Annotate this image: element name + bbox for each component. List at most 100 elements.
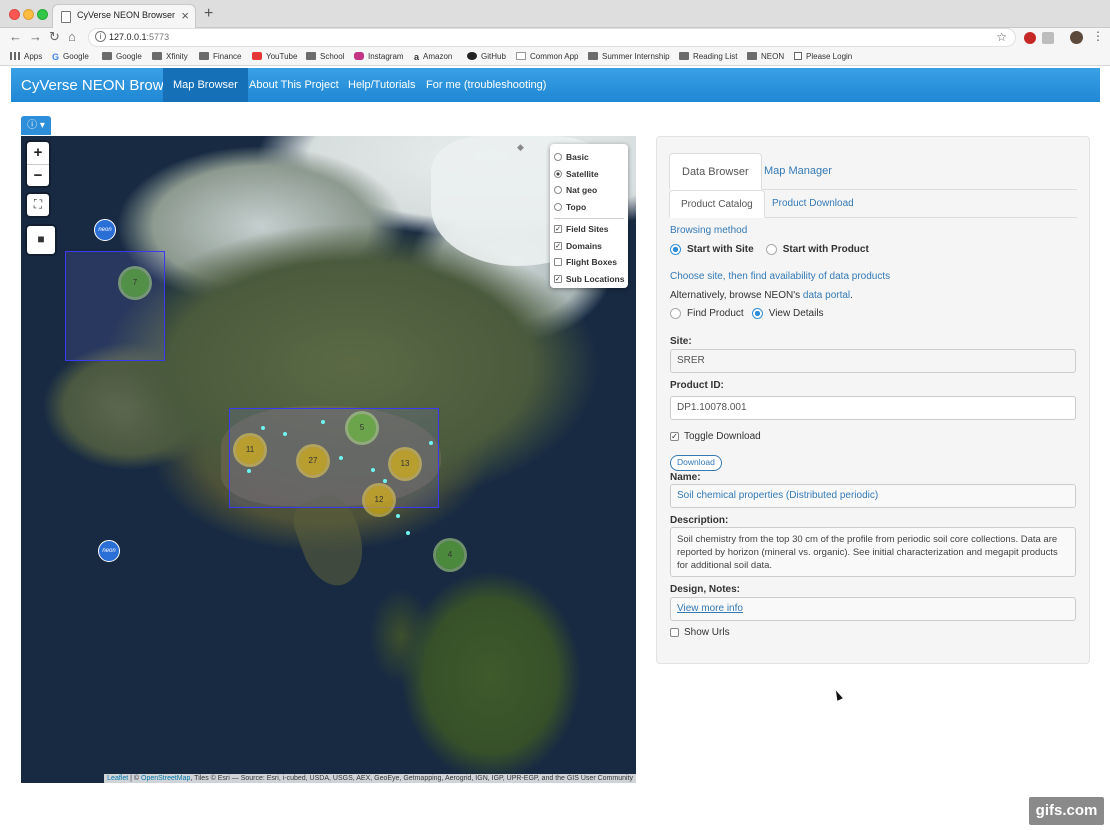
leaflet-link[interactable]: Leaflet [107,775,128,782]
browser-menu-icon[interactable]: ⋮ [1092,29,1104,43]
show-urls-row[interactable]: Show Urls [670,627,730,638]
field-site-dot[interactable] [261,426,265,430]
address-bar[interactable]: i 127.0.0.1:5773 ☆ [88,28,1016,47]
zoom-out-button[interactable]: − [27,164,49,186]
info-dropdown-button[interactable]: ⓘ ▾ [21,116,51,135]
toggle-download-row[interactable]: ✓ Toggle Download [670,431,761,442]
window-close-button[interactable] [9,9,20,20]
bookmark-common-app[interactable]: Common App [516,52,578,61]
site-cluster-marker[interactable]: 5 [348,414,376,442]
tab-close-icon[interactable]: × [181,8,189,23]
neon-site-marker[interactable]: neon [98,540,120,562]
bookmark-reading-list[interactable]: Reading List [679,52,737,61]
nav-map-browser[interactable]: Map Browser [163,68,248,102]
field-site-dot[interactable] [283,432,287,436]
tab-map-manager[interactable]: Map Manager [752,153,844,190]
browsing-method-heading: Browsing method [670,225,748,236]
site-info-icon[interactable]: i [95,31,106,42]
product-id-field[interactable]: DP1.10078.001 [670,396,1076,420]
new-tab-icon[interactable]: + [204,5,213,23]
layers-control: Basic Satellite Nat geo Topo ✓ Field Site… [550,144,628,288]
start-with-product-label[interactable]: Start with Product [783,244,869,255]
bookmark-google-folder[interactable]: Google [102,52,142,61]
field-site-dot[interactable] [321,420,325,424]
bookmark-youtube[interactable]: YouTube [252,52,297,61]
extension-icon[interactable] [1042,32,1054,44]
nav-troubleshooting[interactable]: For me (troubleshooting) [416,68,556,102]
home-icon[interactable]: ⌂ [68,29,76,44]
browsing-method-options: Start with Site Start with Product [670,244,869,255]
domain-boundary-alaska[interactable] [65,251,165,361]
extension-icon[interactable] [1024,32,1036,44]
bookmark-summer-internship[interactable]: Summer Internship [588,52,670,61]
page-favicon-icon [61,11,71,23]
tab-product-catalog[interactable]: Product Catalog [669,190,765,218]
bookmark-school[interactable]: School [306,52,344,61]
data-portal-link[interactable]: data portal [803,290,850,301]
folder-icon [588,52,598,60]
window-maximize-button[interactable] [37,9,48,20]
neon-site-marker[interactable]: neon [94,219,116,241]
bookmark-google[interactable]: G Google [52,52,89,62]
nav-help-tutorials[interactable]: Help/Tutorials [338,68,425,102]
find-product-radio[interactable] [670,308,681,319]
app-brand[interactable]: CyVerse NEON Browser [21,77,184,94]
base-layer-satellite[interactable]: Satellite [554,166,624,183]
osm-link[interactable]: OpenStreetMap [141,775,190,782]
site-cluster-marker[interactable]: 13 [391,450,419,478]
field-site-dot[interactable] [406,531,410,535]
download-button[interactable]: Download [670,455,722,471]
field-site-dot[interactable] [383,479,387,483]
profile-avatar[interactable] [1070,31,1083,44]
site-cluster-marker[interactable]: 11 [236,436,264,464]
view-details-label[interactable]: View Details [769,308,824,319]
field-site-dot[interactable] [339,456,343,460]
find-product-label[interactable]: Find Product [687,308,744,319]
site-cluster-marker[interactable]: 27 [299,447,327,475]
zoom-in-button[interactable]: + [27,142,49,164]
view-details-radio[interactable] [751,308,763,319]
base-layer-basic[interactable]: Basic [554,149,624,166]
site-cluster-marker[interactable]: 12 [365,486,393,514]
start-with-site-label[interactable]: Start with Site [687,244,754,255]
field-site-dot[interactable] [396,514,400,518]
reload-icon[interactable]: ↻ [49,29,60,45]
browser-tab[interactable]: CyVerse NEON Browser × [52,4,196,28]
bookmark-neon[interactable]: NEON [747,52,784,61]
bookmark-instagram[interactable]: Instagram [354,52,404,61]
tab-data-browser[interactable]: Data Browser [669,153,762,190]
bookmark-apps[interactable]: Apps [10,52,42,61]
bookmark-amazon[interactable]: a Amazon [414,52,452,62]
field-site-dot[interactable] [371,468,375,472]
bookmark-finance[interactable]: Finance [199,52,241,61]
window-minimize-button[interactable] [23,9,34,20]
back-icon[interactable]: ← [9,29,22,44]
bookmark-xfinity[interactable]: Xfinity [152,52,188,61]
nav-about[interactable]: About This Project [239,68,349,102]
overlay-domains[interactable]: ✓ Domains [554,238,624,255]
start-with-site-radio[interactable] [670,244,681,255]
map-view[interactable]: ◆ + − ⛶ ■ Basic Satellite Nat geo Topo ✓… [21,136,636,783]
forward-icon[interactable]: → [29,29,42,44]
overlay-field-sites[interactable]: ✓ Field Sites [554,221,624,238]
site-cluster-marker[interactable]: 7 [121,269,149,297]
bookmark-please-login[interactable]: Please Login [794,52,852,61]
bookmark-star-icon[interactable]: ☆ [996,30,1007,44]
field-site-dot[interactable] [247,469,251,473]
view-more-info-link[interactable]: View more info [677,603,743,614]
fullscreen-button[interactable]: ⛶ [27,194,49,216]
site-cluster-marker[interactable]: 4 [436,541,464,569]
field-site-dot[interactable] [429,441,433,445]
overlay-flight-boxes[interactable]: Flight Boxes [554,254,624,271]
site-field[interactable]: SRER [670,349,1076,373]
description-field[interactable]: Soil chemistry from the top 30 cm of the… [670,527,1076,577]
base-layer-topo[interactable]: Topo [554,199,624,216]
browser-titlebar: CyVerse NEON Browser × + [0,0,1110,28]
bookmark-github[interactable]: GitHub [467,52,506,61]
name-field[interactable]: Soil chemical properties (Distributed pe… [670,484,1076,508]
draw-rectangle-button[interactable]: ■ [27,226,55,254]
base-layer-natgeo[interactable]: Nat geo [554,182,624,199]
start-with-product-radio[interactable] [765,244,777,255]
tab-product-download[interactable]: Product Download [761,190,865,218]
overlay-sub-locations[interactable]: ✓ Sub Locations [554,271,624,288]
